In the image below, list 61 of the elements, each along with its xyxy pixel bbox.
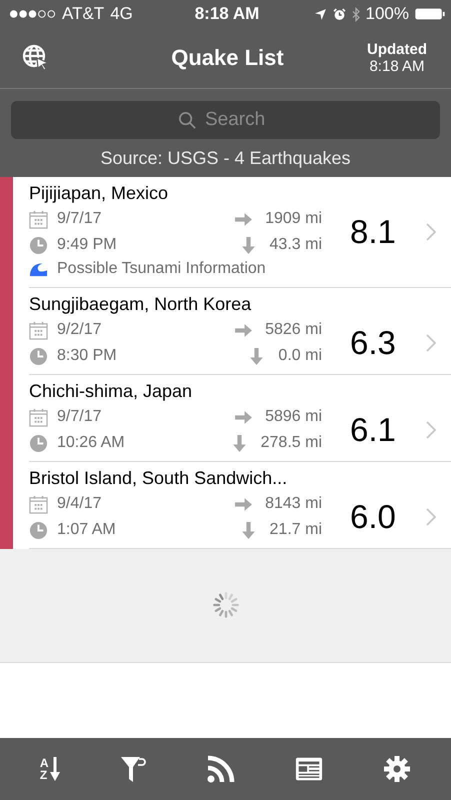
settings-icon[interactable]	[383, 755, 412, 783]
battery-percent: 100%	[366, 4, 409, 24]
chevron-icon	[426, 421, 436, 439]
sort-button[interactable]: A Z	[40, 757, 60, 781]
quake-row[interactable]: Sungjibaegam, North Korea 9/2/17 5826 mi 8:30 PM 0.0 mi 6.3	[0, 288, 451, 375]
newspaper-icon[interactable]	[295, 755, 324, 783]
updated-label: Updated	[367, 41, 427, 58]
date-text: 9/2/17	[57, 321, 102, 339]
down-arrow-icon	[50, 757, 60, 781]
signal-icon	[9, 9, 56, 19]
clock-icon	[29, 346, 48, 366]
date-text: 9/7/17	[57, 210, 102, 228]
distance-text: 8143 mi	[265, 495, 322, 513]
depth-text: 21.7 mi	[270, 521, 322, 539]
tsunami-text: Possible Tsunami Information	[57, 260, 266, 278]
status-time: 8:18 AM	[194, 4, 260, 24]
location-icon	[314, 8, 327, 20]
depth-text: 278.5 mi	[260, 434, 322, 452]
screen-title: Quake List	[170, 45, 285, 71]
rss-feed-icon[interactable]	[207, 755, 236, 783]
funnel-icon[interactable]	[119, 755, 148, 783]
calendar-icon	[29, 320, 48, 340]
distance-text: 5896 mi	[265, 408, 322, 426]
bluetooth-icon	[352, 6, 360, 22]
distance-text: 1909 mi	[265, 210, 322, 228]
chevron-icon	[426, 334, 436, 352]
magnitude-value: 6.3	[350, 324, 397, 362]
magnitude-value: 6.0	[350, 498, 397, 536]
distance-text: 5826 mi	[265, 321, 322, 339]
calendar-icon	[29, 408, 48, 426]
place-name: Bristol Island, South Sandwich...	[29, 468, 288, 490]
carrier-label: AT&T	[62, 4, 104, 24]
battery-icon	[415, 8, 445, 20]
time-text: 1:07 AM	[57, 521, 116, 539]
alarm-clock-icon	[332, 8, 346, 20]
network-label: 4G	[110, 4, 133, 24]
search-field[interactable]: Search	[205, 109, 273, 131]
source-label: Source: USGS - 4 Earthquakes	[99, 148, 352, 169]
clock-icon	[29, 236, 48, 254]
calendar-icon	[29, 210, 48, 228]
place-name: Chichi-shima, Japan	[29, 381, 194, 403]
chevron-icon	[426, 223, 436, 241]
date-text: 9/7/17	[57, 408, 102, 426]
time-text: 8:30 PM	[57, 347, 117, 365]
quake-row[interactable]: Pijijiapan, Mexico 9/7/17 1909 mi 9:49 PM 43.3 mi 8.1 Possible Tsunami Information	[0, 177, 451, 288]
place-name: Sungjibaegam, North Korea	[29, 294, 252, 316]
depth-text: 0.0 mi	[278, 347, 322, 365]
place-name: Pijijiapan, Mexico	[29, 183, 170, 205]
depth-text: 43.3 mi	[270, 236, 322, 254]
clock-icon	[29, 520, 48, 540]
updated-time: 8:18 AM	[369, 58, 425, 75]
clock-icon	[29, 434, 48, 452]
chevron-icon	[426, 508, 436, 526]
magnitude-value: 6.1	[350, 411, 397, 449]
search-icon	[178, 110, 197, 130]
date-text: 9/4/17	[57, 495, 102, 513]
magnitude-value: 8.1	[350, 213, 397, 251]
time-text: 9:49 PM	[57, 236, 117, 254]
time-text: 10:26 AM	[57, 434, 125, 452]
calendar-icon	[29, 494, 48, 514]
quake-row[interactable]: Chichi-shima, Japan 9/7/17 5896 mi 10:26 AM 278.5 mi 6.1	[0, 375, 451, 462]
